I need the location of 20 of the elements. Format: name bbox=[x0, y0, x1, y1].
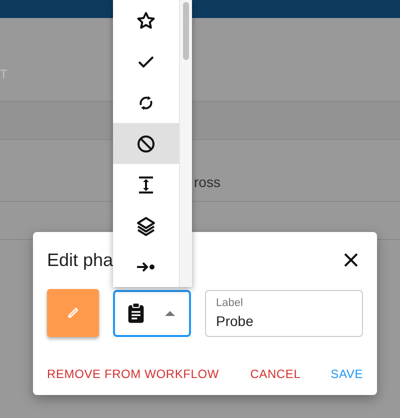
action-button[interactable]: CANCEL bbox=[250, 365, 301, 383]
close-icon bbox=[344, 253, 358, 267]
menu-item[interactable] bbox=[113, 0, 179, 41]
label-field[interactable]: Label Probe bbox=[205, 290, 363, 336]
caret-up-icon bbox=[165, 310, 175, 316]
icon-select[interactable] bbox=[113, 290, 191, 336]
layers-icon bbox=[136, 216, 156, 236]
eyedropper-icon bbox=[67, 307, 79, 319]
dialog-title: Edit pha bbox=[47, 249, 114, 272]
menu-item[interactable] bbox=[113, 123, 179, 164]
block-icon bbox=[136, 134, 156, 154]
menu-item[interactable] bbox=[113, 246, 179, 287]
star-icon bbox=[136, 10, 156, 30]
row-text: ross bbox=[194, 173, 220, 192]
vertical-resize-icon bbox=[136, 174, 156, 194]
action-button[interactable]: SAVE bbox=[330, 365, 363, 383]
color-button[interactable] bbox=[47, 289, 99, 337]
field-label: Label bbox=[216, 296, 244, 310]
action-button[interactable]: REMOVE FROM WORKFLOW bbox=[47, 365, 219, 383]
scrollbar-thumb[interactable] bbox=[183, 2, 189, 60]
